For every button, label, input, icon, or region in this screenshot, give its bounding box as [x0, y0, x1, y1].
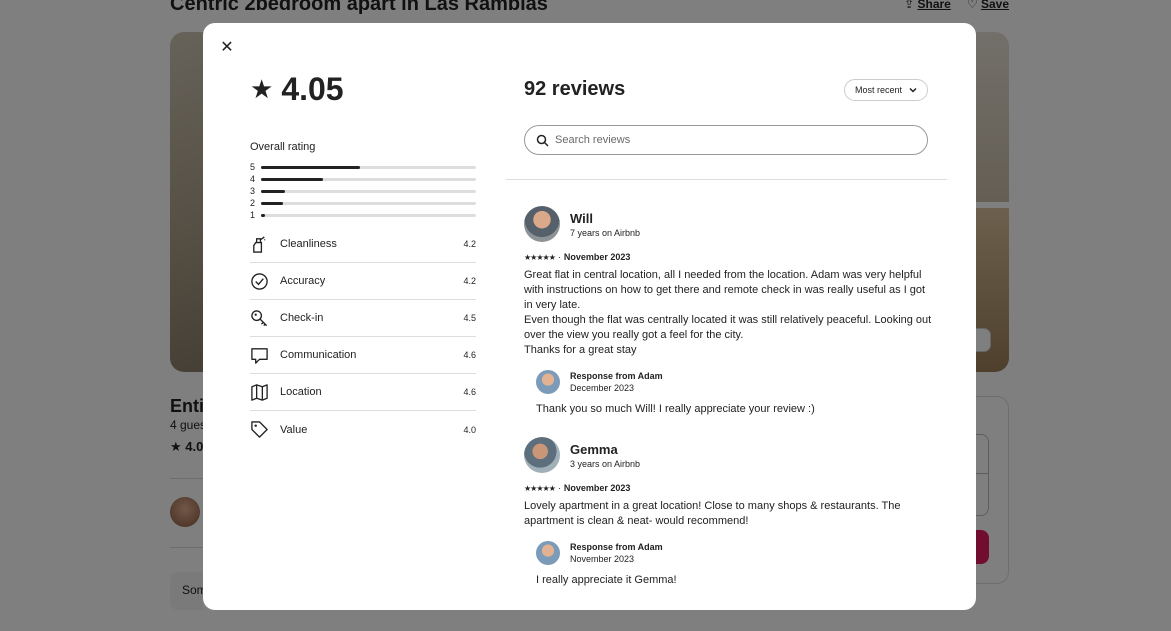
host-response-date: November 2023 — [570, 554, 635, 564]
category-label: Check-in — [280, 312, 324, 324]
spray-bottle-icon — [250, 235, 280, 254]
reviewer-name: Gemma — [570, 441, 618, 457]
category-label: Location — [280, 386, 322, 398]
category-location: Location 4.6 — [250, 374, 476, 411]
rating-bar-label: 3 — [250, 186, 256, 196]
rating-bar-track — [261, 189, 476, 193]
host-response-date: December 2023 — [570, 383, 635, 393]
overall-score-value: 4.05 — [281, 71, 344, 107]
header-divider — [506, 179, 947, 180]
category-label: Communication — [280, 349, 357, 361]
host-response-text: I really appreciate it Gemma! — [536, 574, 677, 586]
review-list: Will 7 years on Airbnb ★★★★★ · November 2023… — [524, 206, 934, 608]
review-stars: ★★★★★ — [524, 252, 556, 262]
host-response: Response from Adam November 2023 I really … — [536, 541, 934, 586]
category-value: 4.6 — [463, 350, 476, 360]
category-accuracy: Accuracy 4.2 — [250, 263, 476, 300]
rating-bar-label: 1 — [250, 210, 256, 220]
search-reviews-field[interactable] — [524, 125, 928, 155]
reviews-count-title: 92 reviews — [524, 78, 626, 100]
overall-score: ★ 4.05 — [250, 71, 344, 108]
reviewer-tenure: 3 years on Airbnb — [570, 458, 641, 469]
search-reviews-input[interactable] — [555, 134, 895, 146]
host-response-from: Response from Adam — [570, 542, 663, 552]
rating-bar-label: 2 — [250, 198, 256, 208]
rating-bar-label: 4 — [250, 174, 256, 184]
rating-bar-fill — [261, 201, 283, 205]
review-meta: ★★★★★ · November 2023 — [524, 252, 934, 262]
chat-bubble-icon — [250, 346, 280, 365]
reviewer-avatar[interactable] — [524, 206, 560, 242]
category-value: 4.0 — [463, 424, 476, 435]
category-communication: Communication 4.6 — [250, 337, 476, 374]
rating-bar-1: 1 — [250, 209, 476, 221]
host-response-header: Response from Adam December 2023 — [536, 370, 934, 394]
reviewer-avatar[interactable] — [524, 437, 560, 473]
map-icon — [250, 383, 280, 402]
review-stars: ★★★★★ — [524, 483, 556, 493]
category-label: Value — [280, 423, 308, 436]
rating-bar-track — [261, 213, 476, 217]
category-check-in: Check-in 4.5 — [250, 300, 476, 337]
category-value: 4.6 — [463, 387, 476, 397]
rating-bar-2: 2 — [250, 197, 476, 209]
review-header: Gemma 3 years on Airbnb — [524, 437, 934, 473]
review-meta: ★★★★★ · November 2023 — [524, 483, 934, 493]
reviewer-name: Will — [570, 210, 593, 226]
category-value: Value 4.0 — [250, 411, 476, 448]
close-button[interactable]: ✕ — [217, 37, 237, 57]
category-label: Accuracy — [280, 275, 326, 287]
host-avatar[interactable] — [536, 370, 560, 394]
host-response: Response from Adam December 2023 Thank you… — [536, 370, 934, 415]
rating-bar-fill — [261, 177, 324, 181]
host-response-header: Response from Adam November 2023 — [536, 541, 934, 565]
review-date: November 2023 — [563, 483, 631, 493]
rating-bar-track — [261, 165, 476, 169]
review-date: November 2023 — [563, 252, 631, 262]
review-text: Great flat in central location, all I ne… — [524, 269, 932, 356]
reviews-modal: ✕ ★ 4.05 Overall rating 5 4 3 2 1 Cleanlines… — [203, 23, 976, 610]
overall-rating-label: Overall rating — [250, 141, 316, 153]
review-item: Gemma 3 years on Airbnb ★★★★★ · November 202… — [524, 437, 934, 586]
check-circle-icon — [250, 272, 280, 291]
rating-bar-label: 5 — [250, 162, 256, 172]
rating-bar-4: 4 — [250, 173, 476, 185]
tag-icon — [250, 420, 280, 439]
rating-bar-3: 3 — [250, 185, 476, 197]
sort-dropdown[interactable]: Most recent — [843, 79, 928, 101]
rating-distribution: 5 4 3 2 1 — [250, 161, 476, 221]
host-avatar[interactable] — [536, 541, 560, 565]
rating-bar-fill — [261, 213, 266, 217]
key-icon — [250, 309, 280, 328]
category-label: Cleanliness — [280, 238, 337, 250]
category-value: 4.5 — [463, 313, 476, 323]
separator: · — [557, 252, 561, 262]
category-value: 4.2 — [463, 239, 476, 249]
review-header: Will 7 years on Airbnb — [524, 206, 934, 242]
host-response-text: Thank you so much Will! I really appreci… — [536, 403, 815, 415]
category-value: 4.2 — [463, 276, 476, 286]
reviewer-tenure: 7 years on Airbnb — [570, 227, 641, 238]
rating-bar-fill — [261, 165, 360, 169]
rating-bar-track — [261, 201, 476, 205]
category-ratings: Cleanliness 4.2 Accuracy 4.2 Check-in 4.5 Comm… — [250, 226, 476, 448]
rating-bar-5: 5 — [250, 161, 476, 173]
close-icon: ✕ — [220, 39, 234, 56]
chevron-down-icon — [909, 87, 917, 93]
rating-bar-fill — [261, 189, 285, 193]
category-cleanliness: Cleanliness 4.2 — [250, 226, 476, 263]
review-item: Will 7 years on Airbnb ★★★★★ · November 2023… — [524, 206, 934, 415]
star-icon: ★ — [250, 74, 274, 104]
rating-bar-track — [261, 177, 476, 181]
review-text: Lovely apartment in a great location! Cl… — [524, 500, 901, 527]
search-icon — [536, 134, 549, 147]
host-response-from: Response from Adam — [570, 371, 663, 381]
sort-dropdown-label: Most recent — [854, 85, 902, 95]
separator: · — [557, 483, 561, 493]
